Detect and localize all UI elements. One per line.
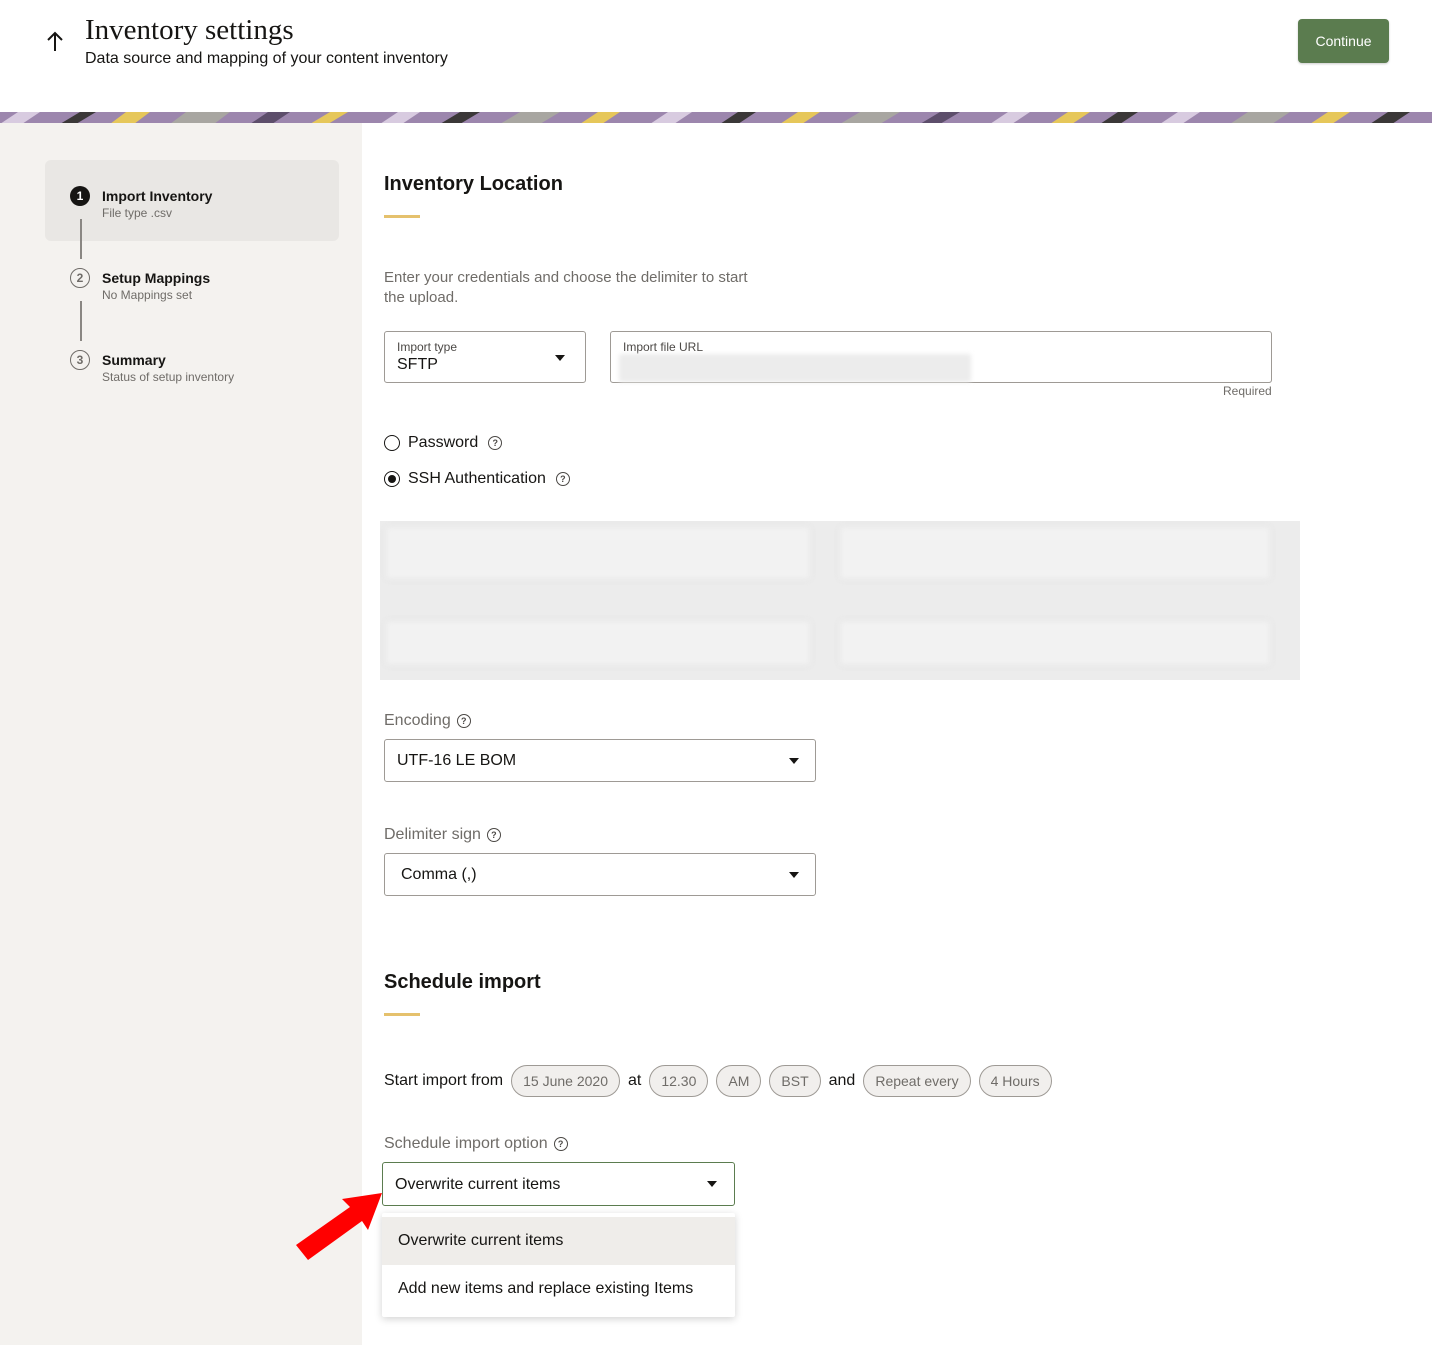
chevron-down-icon	[789, 872, 799, 878]
steps-sidebar: 1 Import Inventory File type .csv 2 Setu…	[0, 123, 362, 1345]
annotation-arrow-icon	[296, 1193, 382, 1260]
schedule-option-select[interactable]: Overwrite current items	[382, 1162, 735, 1206]
page-title: Inventory settings	[85, 14, 294, 46]
step-subtitle: File type .csv	[102, 206, 173, 220]
import-url-field[interactable]: Import file URL	[610, 331, 1272, 383]
back-button[interactable]	[42, 28, 68, 54]
schedule-option-label-text: Schedule import option	[384, 1135, 548, 1152]
schedule-sentence: Start import from 15 June 2020 at 12.30 …	[384, 1065, 1060, 1097]
schedule-option-menu: Overwrite current items Add new items an…	[382, 1213, 735, 1317]
import-type-select[interactable]: Import type SFTP	[384, 331, 586, 383]
menu-item-add-replace[interactable]: Add new items and replace existing Items	[382, 1265, 735, 1313]
at-text: at	[628, 1072, 642, 1089]
radio-label: Password	[408, 434, 479, 451]
arrow-up-icon	[47, 31, 63, 51]
timezone-chip[interactable]: BST	[769, 1065, 821, 1097]
step-title: Import Inventory	[102, 188, 213, 204]
step-title: Summary	[102, 352, 166, 368]
help-icon[interactable]: ?	[486, 828, 501, 842]
redacted-url-value	[619, 354, 971, 382]
radio-password[interactable]: Password ?	[384, 434, 503, 452]
chevron-down-icon	[555, 355, 565, 361]
encoding-label-text: Encoding	[384, 712, 451, 729]
redacted-credentials-area	[380, 521, 1300, 680]
encoding-select[interactable]: UTF-16 LE BOM	[384, 739, 816, 782]
encoding-value: UTF-16 LE BOM	[397, 752, 517, 769]
step-connector	[80, 301, 82, 341]
meridiem-chip[interactable]: AM	[716, 1065, 762, 1097]
step-title: Setup Mappings	[102, 270, 211, 286]
schedule-option-value: Overwrite current items	[395, 1176, 561, 1193]
help-icon[interactable]: ?	[456, 714, 471, 728]
radio-button[interactable]	[384, 435, 400, 451]
step-connector	[80, 219, 82, 259]
date-chip[interactable]: 15 June 2020	[511, 1065, 620, 1097]
required-helper-text: Required	[1223, 384, 1272, 398]
redacted-field	[840, 527, 1270, 579]
help-icon[interactable]: ?	[488, 436, 503, 450]
section-title-inventory-location: Inventory Location	[384, 173, 563, 195]
help-icon[interactable]: ?	[553, 1137, 568, 1151]
import-url-label: Import file URL	[623, 340, 704, 354]
step-subtitle: No Mappings set	[102, 288, 193, 302]
repeat-chip[interactable]: Repeat every	[863, 1065, 971, 1097]
import-type-label: Import type	[397, 340, 458, 354]
time-chip[interactable]: 12.30	[649, 1065, 709, 1097]
step-number-badge: 1	[70, 186, 90, 206]
menu-item-overwrite[interactable]: Overwrite current items	[382, 1217, 735, 1265]
delimiter-label: Delimiter sign ?	[384, 826, 501, 844]
intro-text: Enter your credentials and choose the de…	[384, 269, 748, 306]
page-subtitle: Data source and mapping of your content …	[85, 50, 448, 67]
import-type-value: SFTP	[397, 356, 438, 373]
start-import-text: Start import from	[384, 1072, 504, 1089]
decorative-banner	[0, 111, 1432, 123]
radio-button[interactable]	[384, 471, 400, 487]
schedule-option-label: Schedule import option ?	[384, 1135, 568, 1153]
and-text: and	[828, 1072, 856, 1089]
delimiter-value: Comma (,)	[401, 866, 477, 883]
radio-ssh-authentication[interactable]: SSH Authentication ?	[384, 470, 570, 488]
radio-label: SSH Authentication	[408, 470, 546, 487]
redacted-field	[840, 621, 1270, 665]
delimiter-label-text: Delimiter sign	[384, 826, 481, 843]
step-number-badge: 2	[70, 268, 90, 288]
section-accent-bar	[384, 215, 420, 218]
chevron-down-icon	[707, 1181, 717, 1187]
continue-button[interactable]: Continue	[1298, 19, 1389, 63]
redacted-field	[386, 621, 810, 665]
redacted-field	[386, 527, 810, 579]
page-header: Inventory settings Data source and mappi…	[0, 0, 1432, 111]
delimiter-select[interactable]: Comma (,)	[384, 853, 816, 896]
section-title-schedule-import: Schedule import	[384, 971, 541, 993]
step-subtitle: Status of setup inventory	[102, 370, 235, 384]
main-content: Inventory Location Enter your credential…	[362, 123, 1432, 1345]
encoding-label: Encoding ?	[384, 712, 471, 730]
chevron-down-icon	[789, 758, 799, 764]
section-accent-bar	[384, 1013, 420, 1016]
step-number-badge: 3	[70, 350, 90, 370]
interval-chip[interactable]: 4 Hours	[978, 1065, 1052, 1097]
help-icon[interactable]: ?	[555, 472, 570, 486]
